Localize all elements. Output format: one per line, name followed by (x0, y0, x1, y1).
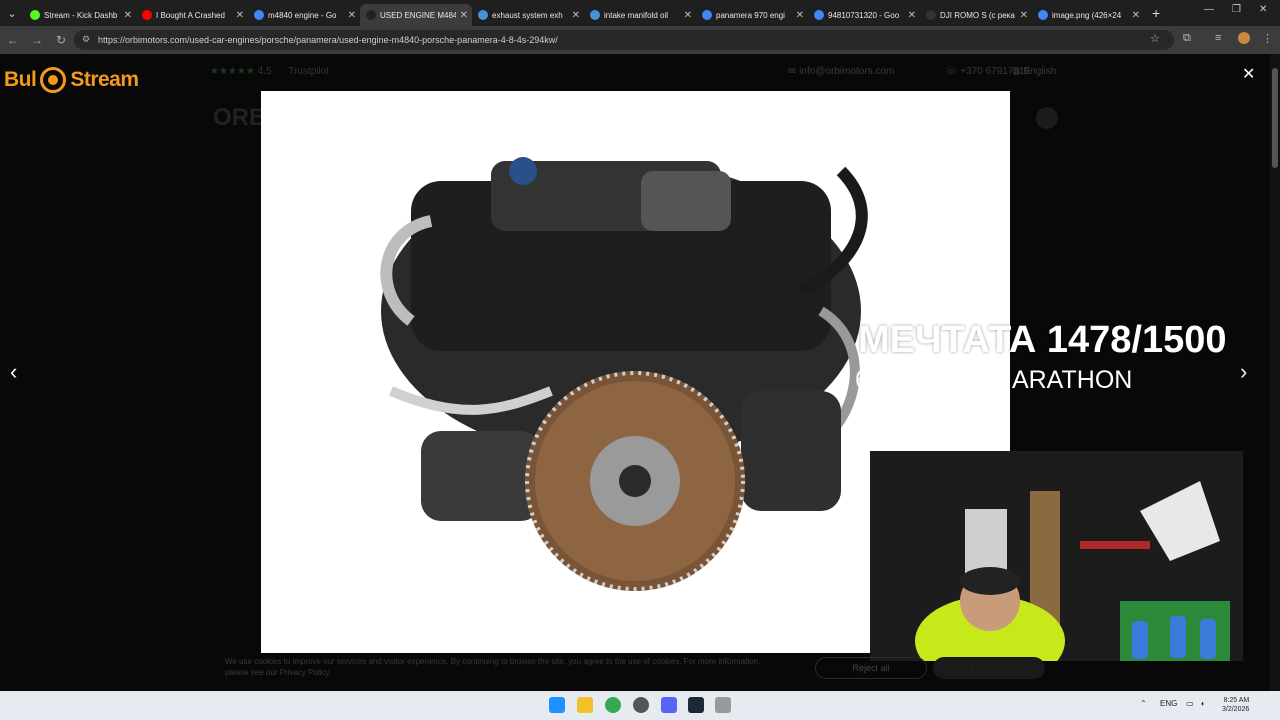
forward-icon[interactable]: → (26, 33, 48, 47)
tab-title: intake manifold oil (604, 10, 669, 20)
accept-cookies-button[interactable]: Accept All (933, 657, 1045, 679)
minimize-icon[interactable]: — (1204, 4, 1214, 15)
rating-value: 4.5 (257, 66, 272, 77)
tab-title: image.png (426×24 (1052, 10, 1122, 20)
tab-title: 94810731320 - Goo (828, 10, 900, 20)
stream-overlay-title: МЕЧТАТА 1478/1500 (858, 319, 1227, 361)
media-control-icon[interactable]: ≡ (1215, 32, 1221, 44)
tab-title: Stream - Kick Dashb (44, 10, 118, 20)
tab-title: DJI ROMO S (с река (940, 10, 1015, 20)
start-menu-icon[interactable] (549, 697, 565, 713)
tray-overflow-icon[interactable]: ⌃ (1140, 699, 1147, 708)
tab-favicon-icon (366, 10, 376, 20)
steam-icon[interactable] (688, 697, 704, 713)
page-viewport: ★★★★★ 4.5 Trustpilot ✉ info@orbimotors.c… (0, 54, 1280, 691)
browser-tab[interactable]: 94810731320 - Goo ✕ (808, 4, 920, 26)
browser-tab[interactable]: Stream - Kick Dashb ✕ (24, 4, 136, 26)
address-bar[interactable]: ⚙ https://orbimotors.com/used-car-engine… (74, 30, 1174, 50)
tab-favicon-icon (1038, 10, 1048, 20)
language-selector[interactable]: ◍ English (1012, 66, 1056, 77)
lightbox-next-arrow-icon[interactable]: › (1240, 359, 1247, 385)
tab-favicon-icon (814, 10, 824, 20)
tab-favicon-icon (478, 10, 488, 20)
extensions-icon[interactable]: ⧉ (1183, 32, 1191, 45)
tab-favicon-icon (926, 10, 936, 20)
new-tab-button[interactable]: + (1152, 5, 1160, 21)
profile-avatar[interactable] (1238, 32, 1250, 44)
chrome-icon[interactable] (605, 697, 621, 713)
clock-time: 8:25 AM (1223, 697, 1250, 704)
tab-title: m4840 engine - Go (268, 10, 337, 20)
address-toolbar: ← → ↻ ⚙ https://orbimotors.com/used-car-… (0, 26, 1280, 54)
window-close-icon[interactable]: ✕ (1259, 4, 1267, 15)
stream-logo-right: Stream (70, 68, 139, 91)
tab-close-icon[interactable]: ✕ (572, 10, 580, 21)
file-explorer-icon[interactable] (577, 697, 593, 713)
tab-favicon-icon (590, 10, 600, 20)
language-text: English (1023, 66, 1057, 77)
lightbox-close-icon[interactable]: ✕ (1242, 64, 1255, 84)
tab-favicon-icon (30, 10, 40, 20)
reload-icon[interactable]: ↻ (50, 33, 72, 47)
tab-favicon-icon (254, 10, 264, 20)
tab-close-icon[interactable]: ✕ (1020, 10, 1028, 21)
stream-logo-ring-icon (40, 67, 67, 93)
browser-tab[interactable]: panamera 970 engi ✕ (696, 4, 808, 26)
url-text: https://orbimotors.com/used-car-engines/… (98, 35, 558, 45)
volume-icon[interactable]: ◖ (1200, 699, 1205, 708)
os-taskbar: ⌃ ENG ▭ ◖ 8:25 AM 3/2/2026 (0, 691, 1280, 720)
browser-tab[interactable]: DJI ROMO S (с река ✕ (920, 4, 1032, 26)
tab-close-icon[interactable]: ✕ (796, 10, 804, 21)
tab-title: exhaust system exh (492, 10, 563, 20)
email-text: info@orbimotors.com (799, 66, 895, 77)
tab-close-icon[interactable]: ✕ (236, 10, 244, 21)
stream-logo-left: Bul (4, 68, 37, 91)
tab-close-icon[interactable]: ✕ (1132, 10, 1140, 21)
tab-search-chevron-icon[interactable]: ⌄ (0, 0, 24, 26)
tab-title: panamera 970 engi (716, 10, 785, 20)
cart-icon[interactable] (1036, 107, 1058, 129)
page-scrollbar[interactable] (1270, 54, 1280, 691)
email-link[interactable]: ✉ info@orbimotors.com (788, 66, 894, 77)
tab-close-icon[interactable]: ✕ (460, 10, 468, 21)
network-icon[interactable]: ▭ (1186, 699, 1194, 708)
tab-close-icon[interactable]: ✕ (908, 10, 916, 21)
tab-strip: ⌄ Stream - Kick Dashb ✕ I Bought A Crashed… (0, 0, 1280, 26)
tab-close-icon[interactable]: ✕ (684, 10, 692, 21)
stream-overlay-subtitle: 6 GAMING !MARATHON (855, 366, 1133, 394)
browser-tab[interactable]: USED ENGINE M484 ✕ (360, 4, 472, 26)
site-info-icon[interactable]: ⚙ (82, 34, 90, 45)
input-language[interactable]: ENG (1160, 699, 1177, 708)
discord-icon[interactable] (661, 697, 677, 713)
stream-logo: Bul Stream (4, 62, 174, 98)
calculator-icon[interactable] (715, 697, 731, 713)
tab-title: I Bought A Crashed (156, 10, 225, 20)
maximize-icon[interactable]: ❐ (1232, 4, 1241, 15)
back-icon[interactable]: ← (2, 33, 24, 47)
trustpilot-label: Trustpilot (288, 66, 330, 77)
cookie-banner-text: We use cookies to improve our services a… (225, 657, 761, 677)
tab-favicon-icon (142, 10, 152, 20)
tab-close-icon[interactable]: ✕ (348, 10, 356, 21)
webcam-feed (870, 451, 1243, 661)
clock-date: 3/2/2026 (1222, 706, 1250, 713)
browser-tab[interactable]: image.png (426×24 ✕ (1032, 4, 1144, 26)
trustpilot-rating[interactable]: ★★★★★ 4.5 Trustpilot (210, 66, 329, 77)
browser-tab[interactable]: intake manifold oil ✕ (584, 4, 696, 26)
lightbox-prev-arrow-icon[interactable]: ‹ (10, 359, 17, 385)
tab-title: USED ENGINE M484 (380, 10, 456, 20)
obs-icon[interactable] (633, 697, 649, 713)
browser-tab[interactable]: m4840 engine - Go ✕ (248, 4, 360, 26)
system-clock[interactable]: 8:25 AM 3/2/2026 (1222, 696, 1249, 714)
browser-tab[interactable]: exhaust system exh ✕ (472, 4, 584, 26)
tab-favicon-icon (702, 10, 712, 20)
browser-menu-icon[interactable]: ⋮ (1262, 32, 1273, 45)
site-header: ★★★★★ 4.5 Trustpilot ✉ info@orbimotors.c… (0, 54, 1270, 88)
bookmark-star-icon[interactable]: ☆ (1150, 32, 1160, 45)
tab-close-icon[interactable]: ✕ (124, 10, 132, 21)
scroll-thumb[interactable] (1272, 68, 1278, 168)
browser-tab[interactable]: I Bought A Crashed ✕ (136, 4, 248, 26)
reject-cookies-button[interactable]: Reject all (815, 657, 927, 679)
